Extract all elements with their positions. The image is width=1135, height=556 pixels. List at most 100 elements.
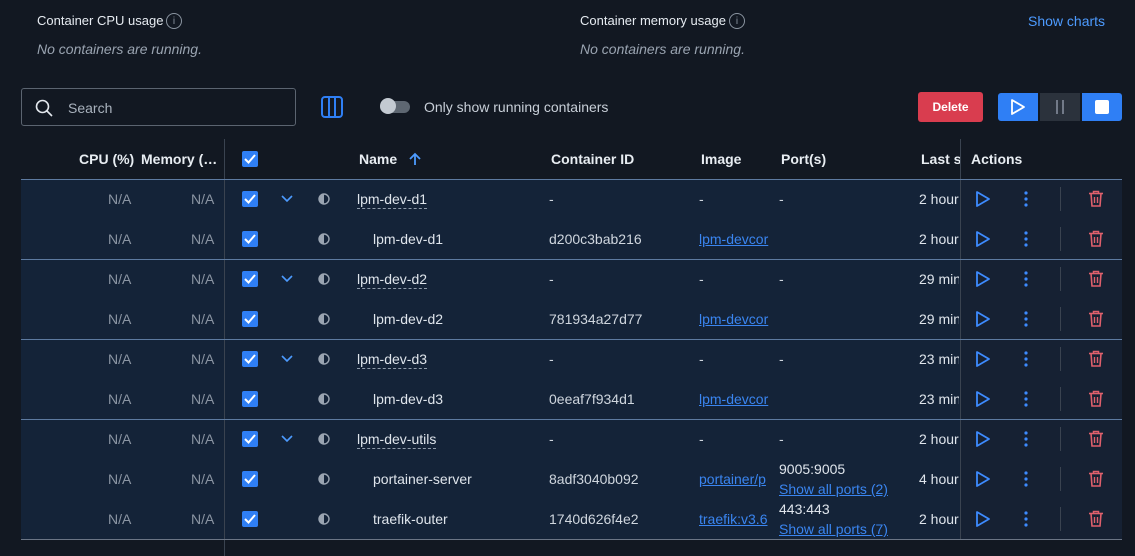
image-link[interactable]: lpm-devcor: [699, 391, 771, 407]
container-name[interactable]: lpm-dev-d1: [373, 231, 443, 247]
trash-icon[interactable]: [1088, 510, 1104, 527]
start-selected-button[interactable]: [998, 93, 1038, 121]
search-input[interactable]: Search: [21, 88, 296, 126]
col-ports[interactable]: Port(s): [781, 151, 826, 167]
group-name-text[interactable]: lpm-dev-d2: [357, 271, 428, 289]
trash-icon[interactable]: [1088, 470, 1104, 487]
play-icon[interactable]: [976, 191, 990, 207]
group-name-text[interactable]: lpm-dev-utils: [357, 431, 437, 449]
row-checkbox[interactable]: [242, 351, 258, 367]
cpu-value: N/A: [108, 471, 132, 487]
cpu-info-icon[interactable]: i: [166, 13, 182, 29]
trash-icon[interactable]: [1088, 350, 1104, 367]
image-value: -: [699, 431, 704, 447]
kebab-menu-icon[interactable]: [1024, 231, 1028, 247]
play-icon[interactable]: [976, 311, 990, 327]
status-icon: [318, 513, 330, 525]
row-checkbox[interactable]: [242, 271, 258, 287]
columns-icon[interactable]: [321, 96, 343, 118]
col-name[interactable]: Name: [359, 151, 397, 167]
image-link[interactable]: lpm-devcor: [699, 311, 771, 327]
kebab-menu-icon[interactable]: [1024, 351, 1028, 367]
action-divider: [1060, 307, 1061, 331]
kebab-menu-icon[interactable]: [1024, 311, 1028, 327]
trash-icon[interactable]: [1088, 270, 1104, 287]
play-icon[interactable]: [976, 231, 990, 247]
trash-icon[interactable]: [1088, 230, 1104, 247]
show-charts-link[interactable]: Show charts: [1028, 13, 1105, 29]
container-row[interactable]: N/A N/A lpm-dev-d1 d200c3bab216 lpm-devcor 2 …: [21, 219, 1122, 259]
group-name-text[interactable]: lpm-dev-d3: [357, 351, 428, 369]
row-checkbox[interactable]: [242, 311, 258, 327]
container-group-row[interactable]: N/A N/A lpm-dev-d3 - - - 23 min: [21, 339, 1122, 379]
sort-ascending-icon[interactable]: [408, 152, 422, 166]
memory-info-icon[interactable]: i: [729, 13, 745, 29]
delete-button[interactable]: Delete: [918, 92, 983, 122]
kebab-menu-icon[interactable]: [1024, 431, 1028, 447]
row-checkbox[interactable]: [242, 431, 258, 447]
kebab-menu-icon[interactable]: [1024, 471, 1028, 487]
container-row[interactable]: N/A N/A traefik-outer 1740d626f4e2 traefik:v…: [21, 499, 1122, 539]
container-id: -: [549, 191, 554, 207]
container-group-row[interactable]: N/A N/A lpm-dev-utils - - - 2 hour: [21, 419, 1122, 459]
col-image[interactable]: Image: [701, 151, 741, 167]
container-row[interactable]: N/A N/A portainer-server 8adf3040b092 portai…: [21, 459, 1122, 499]
play-icon[interactable]: [976, 471, 990, 487]
container-group-row[interactable]: N/A N/A lpm-dev-d1 - - - 2 hour: [21, 179, 1122, 219]
kebab-menu-icon[interactable]: [1024, 391, 1028, 407]
play-icon[interactable]: [976, 351, 990, 367]
pause-icon: [1056, 100, 1064, 114]
kebab-menu-icon[interactable]: [1024, 271, 1028, 287]
container-name[interactable]: portainer-server: [373, 471, 472, 487]
memory-value: N/A: [191, 511, 215, 527]
kebab-menu-icon[interactable]: [1024, 511, 1028, 527]
container-row[interactable]: N/A N/A lpm-dev-d3 0eeaf7f934d1 lpm-devcor 23…: [21, 379, 1122, 419]
running-only-toggle-knob[interactable]: [380, 98, 396, 114]
row-checkbox[interactable]: [242, 231, 258, 247]
row-checkbox[interactable]: [242, 391, 258, 407]
trash-icon[interactable]: [1088, 430, 1104, 447]
container-name[interactable]: traefik-outer: [373, 511, 448, 527]
show-all-ports-link[interactable]: Show all ports (2): [779, 481, 888, 497]
group-name[interactable]: lpm-dev-d2: [357, 271, 428, 289]
container-row[interactable]: N/A N/A lpm-dev-d2 781934a27d77 lpm-devcor 29…: [21, 299, 1122, 339]
container-name[interactable]: lpm-dev-d3: [373, 391, 443, 407]
last-started: 29 min: [919, 271, 959, 287]
show-all-ports-link[interactable]: Show all ports (7): [779, 521, 888, 537]
stop-selected-button[interactable]: [1082, 93, 1122, 121]
play-icon[interactable]: [976, 391, 990, 407]
row-checkbox[interactable]: [242, 191, 258, 207]
image-link[interactable]: portainer/p: [699, 471, 771, 487]
col-cpu[interactable]: CPU (%): [79, 151, 134, 167]
pause-selected-button[interactable]: [1040, 93, 1080, 121]
chevron-down-icon[interactable]: [281, 195, 293, 203]
image-link[interactable]: traefik:v3.6: [699, 511, 771, 527]
group-name[interactable]: lpm-dev-utils: [357, 431, 437, 449]
row-checkbox[interactable]: [242, 471, 258, 487]
group-separator: [21, 419, 1122, 420]
trash-icon[interactable]: [1088, 390, 1104, 407]
trash-icon[interactable]: [1088, 190, 1104, 207]
group-name[interactable]: lpm-dev-d1: [357, 191, 428, 209]
play-icon: [1011, 99, 1025, 115]
play-icon[interactable]: [976, 271, 990, 287]
check-icon: [244, 314, 256, 324]
container-name[interactable]: lpm-dev-d2: [373, 311, 443, 327]
select-all-checkbox[interactable]: [242, 151, 258, 167]
container-group-row[interactable]: N/A N/A lpm-dev-d2 - - - 29 min: [21, 259, 1122, 299]
group-name[interactable]: lpm-dev-d3: [357, 351, 428, 369]
chevron-down-icon[interactable]: [281, 435, 293, 443]
check-icon: [244, 194, 256, 204]
trash-icon[interactable]: [1088, 310, 1104, 327]
chevron-down-icon[interactable]: [281, 275, 293, 283]
col-memory[interactable]: Memory (…: [141, 151, 217, 167]
row-checkbox[interactable]: [242, 511, 258, 527]
col-container-id[interactable]: Container ID: [551, 151, 634, 167]
group-name-text[interactable]: lpm-dev-d1: [357, 191, 428, 209]
play-icon[interactable]: [976, 511, 990, 527]
kebab-menu-icon[interactable]: [1024, 191, 1028, 207]
chevron-down-icon[interactable]: [281, 355, 293, 363]
play-icon[interactable]: [976, 431, 990, 447]
col-last-started[interactable]: Last s: [921, 151, 961, 167]
image-link[interactable]: lpm-devcor: [699, 231, 771, 247]
